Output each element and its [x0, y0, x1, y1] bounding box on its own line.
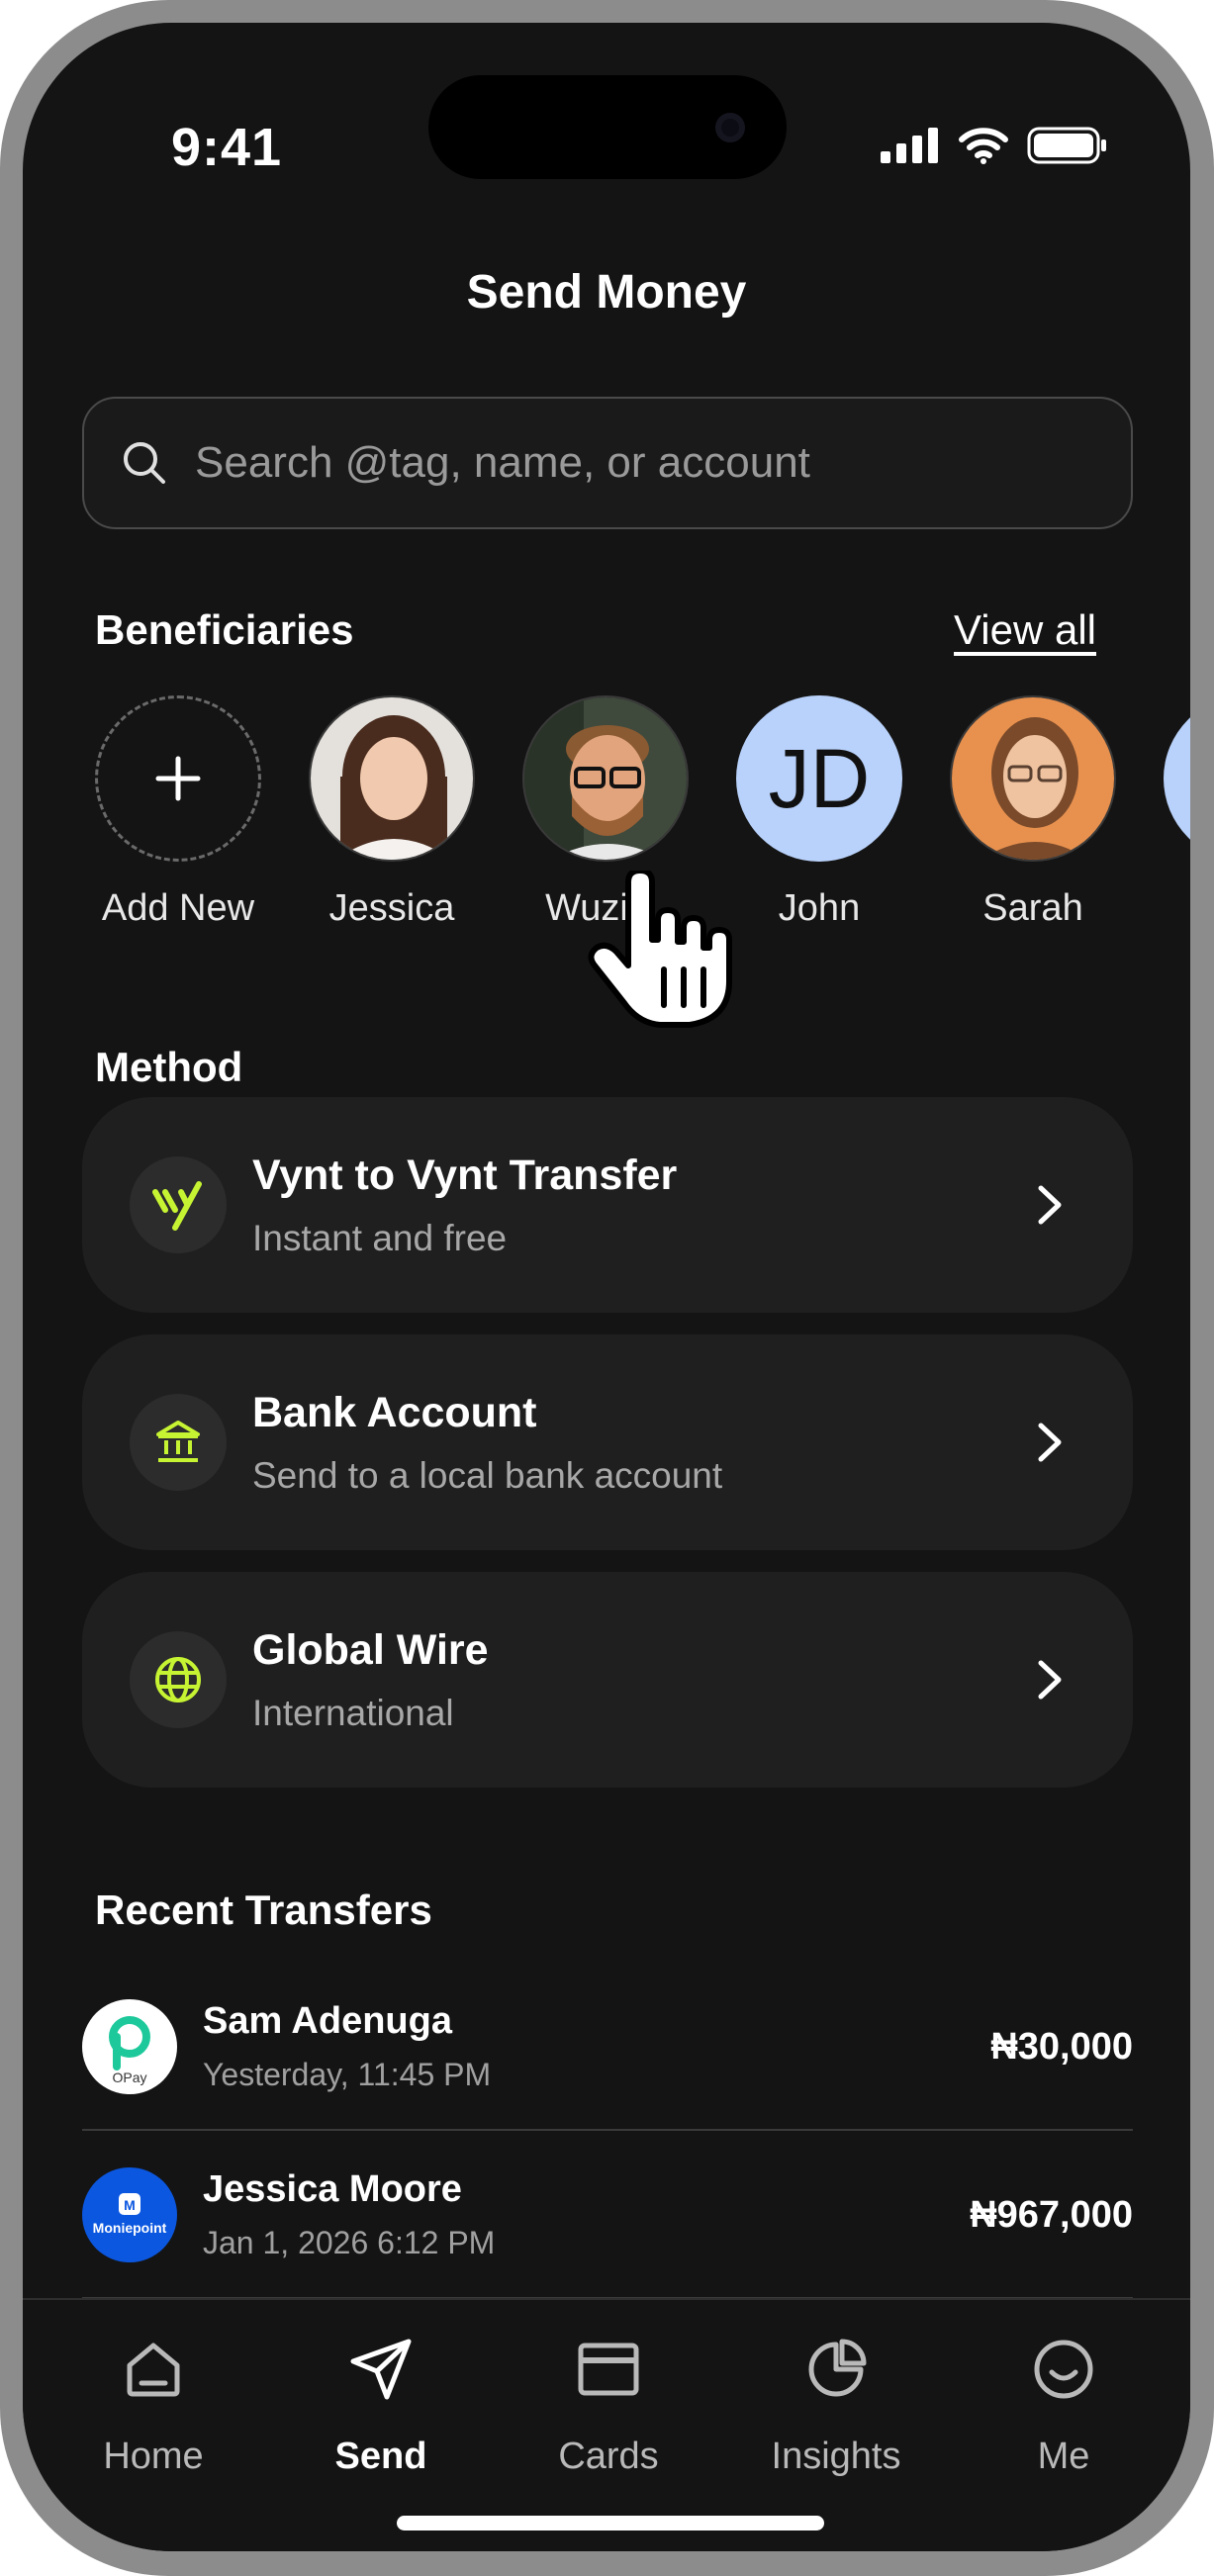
search-icon — [124, 442, 165, 484]
bank-icon — [130, 1394, 227, 1491]
transfer-date: Jan 1, 2026 6:12 PM — [203, 2225, 496, 2260]
status-time: 9:41 — [171, 118, 283, 177]
tab-cards[interactable]: Cards — [510, 2325, 707, 2478]
dynamic-island — [428, 75, 787, 179]
method-bank-account[interactable]: Bank Account Send to a local bank accoun… — [82, 1334, 1133, 1550]
globe-icon — [130, 1631, 227, 1728]
method-subtitle: Instant and free — [252, 1217, 508, 1258]
beneficiary-john[interactable]: JD John — [735, 695, 903, 930]
send-icon — [350, 2339, 412, 2400]
svg-text:M: M — [124, 2197, 136, 2213]
signal-icon — [881, 128, 938, 163]
home-icon — [127, 2343, 180, 2397]
search-input[interactable]: Search @tag, name, or account — [82, 397, 1133, 529]
method-title: Bank Account — [252, 1388, 537, 1436]
add-beneficiary-button[interactable] — [95, 695, 261, 862]
chevron-right-icon — [1038, 1185, 1062, 1225]
tab-label: Cards — [558, 2436, 659, 2477]
transfer-amount: ₦967,000 — [970, 2193, 1133, 2236]
transfer-name: Jessica Moore — [203, 2168, 462, 2210]
avatar[interactable] — [1164, 695, 1190, 862]
method-title: Vynt to Vynt Transfer — [252, 1150, 678, 1199]
beneficiary-label: John — [778, 887, 861, 929]
tab-send[interactable]: Send — [282, 2325, 480, 2478]
wifi-icon — [959, 128, 1008, 164]
avatar[interactable]: JD — [736, 695, 902, 862]
tab-label: Me — [1037, 2436, 1090, 2477]
svg-text:OPay: OPay — [112, 2070, 146, 2085]
avatar[interactable] — [522, 695, 689, 862]
svg-text:Moniepoint: Moniepoint — [93, 2220, 167, 2236]
tab-home[interactable]: Home — [54, 2325, 252, 2478]
card-icon — [578, 2343, 639, 2396]
beneficiaries-heading: Beneficiaries — [95, 606, 354, 653]
beneficiary-sarah[interactable]: Sarah — [949, 695, 1117, 930]
tab-label: Home — [103, 2436, 204, 2477]
beneficiary-partial[interactable] — [1163, 695, 1190, 862]
transfer-date: Yesterday, 11:45 PM — [203, 2057, 492, 2092]
vynt-logo-icon — [130, 1156, 227, 1253]
tab-insights[interactable]: Insights — [737, 2325, 935, 2478]
battery-icon — [1027, 127, 1106, 164]
method-heading: Method — [95, 1044, 243, 1090]
beneficiary-label: Add New — [101, 887, 255, 929]
beneficiary-label: Jessica — [328, 887, 455, 929]
tab-label: Insights — [771, 2436, 901, 2477]
beneficiary-add-new[interactable]: Add New — [94, 695, 262, 930]
view-all-link[interactable]: View all — [954, 606, 1096, 654]
opay-logo-icon: OPay — [82, 1999, 177, 2094]
transfer-amount: ₦30,000 — [990, 2025, 1133, 2068]
plus-icon — [155, 756, 201, 801]
method-title: Global Wire — [252, 1625, 489, 1674]
avatar[interactable] — [309, 695, 475, 862]
app-screen: 9:41 Send Money Search @tag, name, or ac… — [23, 23, 1190, 2551]
moniepoint-logo-icon: M Moniepoint — [82, 2167, 177, 2262]
phone-frame: 9:41 Send Money Search @tag, name, or ac… — [0, 0, 1214, 2576]
transfer-name: Sam Adenuga — [203, 2000, 452, 2042]
beneficiary-label: Sarah — [982, 887, 1083, 929]
chevron-right-icon — [1038, 1423, 1062, 1462]
recent-transfers-heading: Recent Transfers — [95, 1886, 432, 1933]
transfer-row[interactable]: M Moniepoint Jessica Moore Jan 1, 2026 6… — [82, 2133, 1133, 2299]
tab-bar: Home Send Cards Insights Me — [23, 2298, 1190, 2551]
hand-cursor-icon — [588, 871, 732, 1028]
method-subtitle: Send to a local bank account — [252, 1454, 723, 1496]
method-subtitle: International — [252, 1692, 454, 1733]
status-icons — [881, 127, 1108, 164]
tab-me[interactable]: Me — [965, 2325, 1163, 2478]
beneficiary-jessica[interactable]: Jessica — [308, 695, 476, 930]
search-placeholder: Search @tag, name, or account — [195, 438, 810, 487]
avatar[interactable] — [950, 695, 1116, 862]
method-vynt-transfer[interactable]: Vynt to Vynt Transfer Instant and free — [82, 1097, 1133, 1313]
pie-chart-icon — [808, 2339, 867, 2397]
page-title: Send Money — [466, 266, 747, 319]
tab-label: Send — [334, 2436, 427, 2477]
transfer-row[interactable]: OPay Sam Adenuga Yesterday, 11:45 PM ₦30… — [82, 1965, 1133, 2131]
chevron-right-icon — [1038, 1660, 1062, 1700]
camera-icon — [715, 113, 745, 142]
smiley-icon — [1034, 2340, 1093, 2399]
home-indicator — [397, 2516, 824, 2530]
method-global-wire[interactable]: Global Wire International — [82, 1572, 1133, 1788]
